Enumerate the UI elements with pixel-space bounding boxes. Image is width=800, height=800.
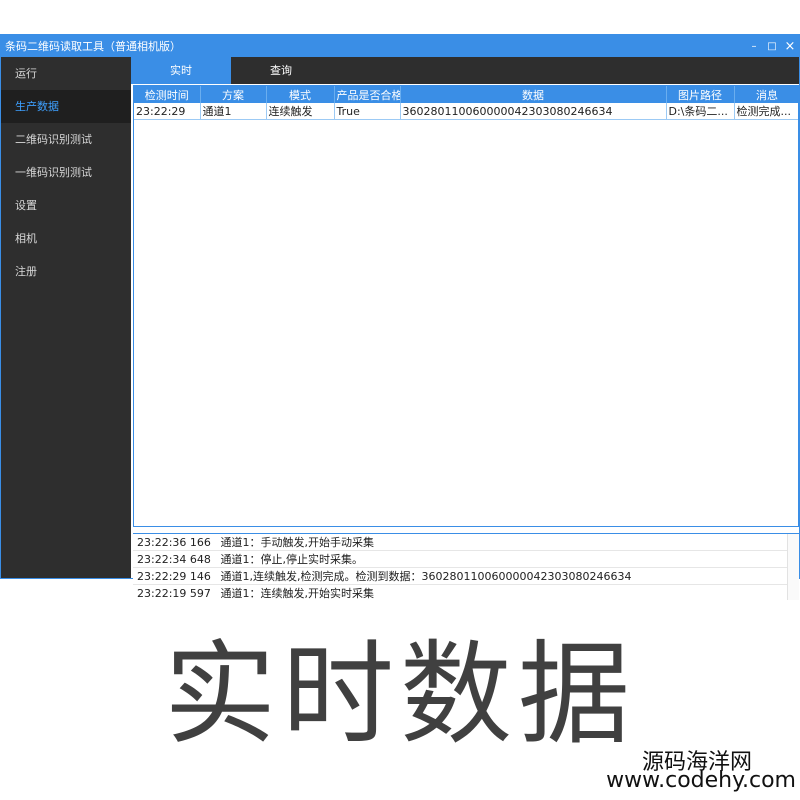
close-icon[interactable]: × (781, 35, 799, 57)
minimize-icon[interactable]: – (745, 35, 763, 57)
log-time: 23:22:19 597 (137, 587, 211, 600)
log-message: 通道1：手动触发,开始手动采集 (220, 536, 375, 549)
tab-realtime[interactable]: 实时 (131, 57, 231, 84)
watermark-url: www.codehy.com (606, 768, 796, 793)
sidebar-item-settings[interactable]: 设置 (1, 189, 131, 222)
log-entry: 23:22:36 166 通道1：手动触发,开始手动采集 (133, 534, 799, 551)
cell-time: 23:22:29 (134, 103, 201, 120)
log-message: 通道1：连续触发,开始实时采集 (220, 587, 375, 600)
log-time: 23:22:36 166 (137, 536, 211, 549)
column-header-scheme[interactable]: 方案 (200, 86, 267, 103)
app-window: 条码二维码读取工具（普通相机版） – □ × 运行 生产数据 二维码识别测试 一… (0, 34, 800, 600)
sidebar-item-qrcode-test[interactable]: 二维码识别测试 (1, 123, 131, 156)
cell-qualified: True (334, 103, 401, 120)
log-panel[interactable]: 23:22:36 166 通道1：手动触发,开始手动采集 23:22:34 64… (133, 533, 799, 600)
tab-bar: 实时 查询 (131, 57, 799, 84)
title-bar: 条码二维码读取工具（普通相机版） – □ × (1, 35, 799, 57)
data-grid[interactable]: 检测时间 方案 模式 产品是否合格 数据 图片路径 消息 23:22:29 通道… (133, 85, 799, 527)
column-header-image-path[interactable]: 图片路径 (666, 86, 735, 103)
cell-mode: 连续触发 (266, 103, 335, 120)
maximize-icon[interactable]: □ (763, 35, 781, 57)
main-panel: 实时 查询 检测时间 方案 模式 产品是否合格 数据 图片路径 消息 23:22… (131, 57, 799, 600)
log-entry: 23:22:34 648 通道1：停止,停止实时采集。 (133, 551, 799, 568)
column-header-mode[interactable]: 模式 (266, 86, 335, 103)
tab-query[interactable]: 查询 (231, 57, 331, 84)
sidebar-item-register[interactable]: 注册 (1, 255, 131, 288)
column-header-time[interactable]: 检测时间 (134, 86, 201, 103)
cell-message: 检测完成... (734, 103, 798, 120)
cell-image-path: D:\条码二... (666, 103, 735, 120)
window-controls: – □ × (745, 35, 799, 57)
cell-data: 360280110060000042303080246634 (400, 103, 667, 120)
log-entry: 23:22:19 597 通道1：连续触发,开始实时采集 (133, 585, 799, 600)
column-header-qualified[interactable]: 产品是否合格 (334, 86, 401, 103)
sidebar: 运行 生产数据 二维码识别测试 一维码识别测试 设置 相机 注册 (1, 57, 131, 578)
sidebar-item-camera[interactable]: 相机 (1, 222, 131, 255)
log-message: 通道1：停止,停止实时采集。 (220, 553, 364, 566)
cell-scheme: 通道1 (200, 103, 267, 120)
sidebar-item-run[interactable]: 运行 (1, 57, 131, 90)
log-scrollbar[interactable] (787, 534, 799, 600)
column-header-message[interactable]: 消息 (734, 86, 798, 103)
table-row[interactable]: 23:22:29 通道1 连续触发 True 36028011006000004… (134, 103, 798, 120)
table-header-row: 检测时间 方案 模式 产品是否合格 数据 图片路径 消息 (134, 86, 798, 103)
window-title: 条码二维码读取工具（普通相机版） (5, 40, 181, 53)
log-time: 23:22:29 146 (137, 570, 211, 583)
sidebar-item-production-data[interactable]: 生产数据 (1, 90, 131, 123)
log-entry: 23:22:29 146 通道1,连续触发,检测完成。检测到数据：3602801… (133, 568, 799, 585)
column-header-data[interactable]: 数据 (400, 86, 667, 103)
log-message: 通道1,连续触发,检测完成。检测到数据：36028011006000004230… (220, 570, 632, 583)
caption-title: 实时数据 (164, 630, 636, 760)
log-time: 23:22:34 648 (137, 553, 211, 566)
sidebar-item-barcode-test[interactable]: 一维码识别测试 (1, 156, 131, 189)
